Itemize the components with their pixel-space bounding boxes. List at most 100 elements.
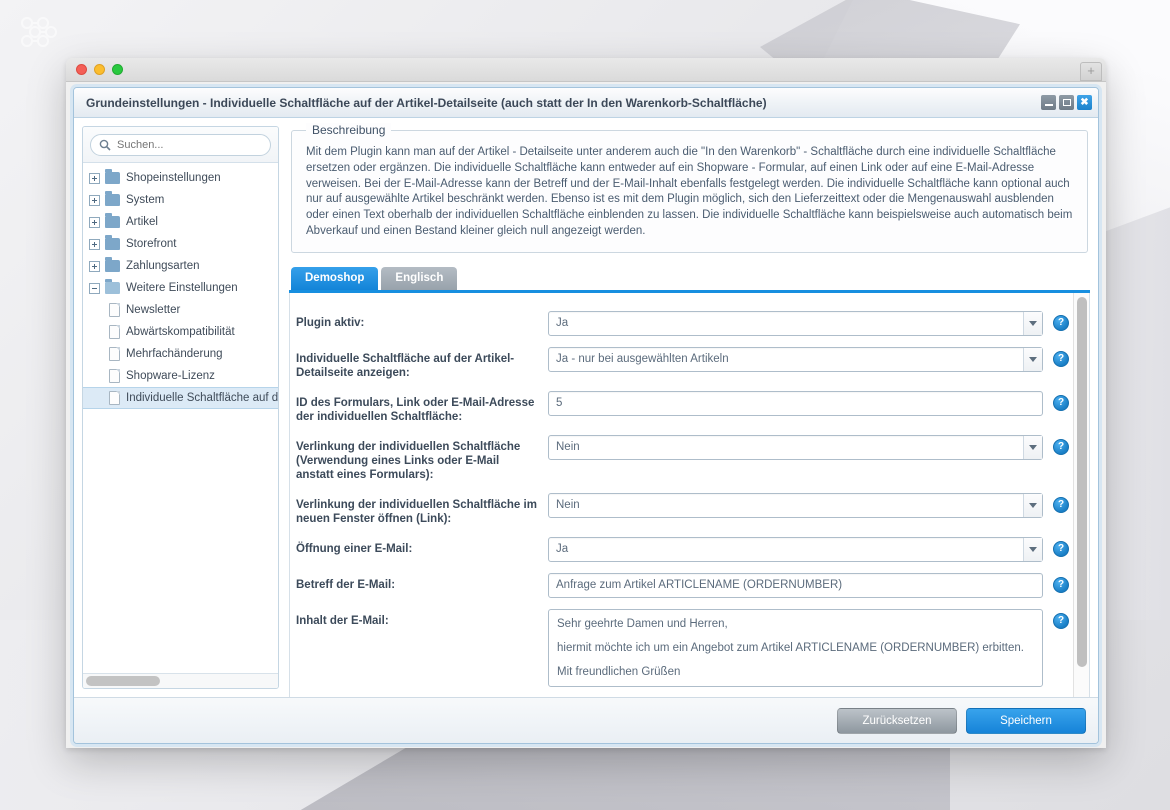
expand-icon[interactable] [89,172,100,184]
dropdown-field[interactable]: Nein [548,492,1043,518]
field-value: Ja - nur bei ausgewählten Artikeln [556,353,729,366]
field-value: Anfrage zum Artikel ARTICLENAME (ORDERNU… [556,579,843,592]
field-control: Ja - nur bei ausgewählten Artikeln? [548,346,1069,372]
tab-englisch[interactable]: Englisch [381,266,458,290]
search-input[interactable] [117,139,257,151]
help-icon[interactable]: ? [1053,438,1069,455]
tree-item-shopeinstellungen[interactable]: Shopeinstellungen [83,167,278,189]
shop-tabs-area: Demoshop Englisch Plugin aktiv: Ja? Individ… [289,266,1090,697]
help-icon[interactable]: ? [1053,612,1069,629]
field-label: Verlinkung der individuellen Schaltfläch… [296,440,521,481]
document-icon [109,391,120,405]
sidebar-horizontal-scrollbar[interactable] [83,673,278,688]
tree-item-mehrfach-nderung[interactable]: Mehrfachänderung [83,343,278,365]
help-icon[interactable]: ? [1053,496,1069,513]
tree-item-system[interactable]: System [83,189,278,211]
form-row: ID des Formulars, Link oder E-Mail-Adres… [296,390,1069,424]
search-box[interactable] [90,134,271,156]
chevron-down-icon[interactable] [1023,537,1042,561]
expand-icon[interactable] [89,216,100,228]
new-tab-button[interactable]: + [1080,62,1102,81]
help-icon[interactable]: ? [1053,540,1069,557]
text-field[interactable]: 5 [548,390,1043,416]
settings-tree-panel: Shopeinstellungen System Artikel Storefront… [82,126,279,689]
minimize-button[interactable] [1041,95,1056,110]
window-header: Grundeinstellungen - Individuelle Schalt… [74,88,1098,118]
chevron-down-icon[interactable] [1023,347,1042,371]
chevron-down-icon[interactable] [1023,311,1042,335]
field-label: Plugin aktiv: [296,316,365,329]
field-control: Anfrage zum Artikel ARTICLENAME (ORDERNU… [548,572,1069,598]
help-icon[interactable]: ? [1053,394,1069,411]
dropdown-field[interactable]: Nein [548,434,1043,460]
tree-item-individuelle-schaltfl-che-auf-de[interactable]: Individuelle Schaltfläche auf de [83,387,278,409]
tree-item-shopware-lizenz[interactable]: Shopware-Lizenz [83,365,278,387]
folder-icon [105,213,120,228]
field-label: ID des Formulars, Link oder E-Mail-Adres… [296,396,535,423]
email-content-textarea[interactable]: Sehr geehrte Damen und Herren, hiermit mö… [548,608,1043,687]
traffic-light-zoom[interactable] [112,64,123,75]
dropdown-field[interactable]: Ja - nur bei ausgewählten Artikeln [548,346,1043,372]
tree-item-artikel[interactable]: Artikel [83,211,278,233]
reset-button[interactable]: Zurücksetzen [837,707,957,734]
search-icon [99,139,111,151]
tree-item-weitere-einstellungen[interactable]: Weitere Einstellungen [83,277,278,299]
chevron-down-icon[interactable] [1023,493,1042,517]
tree-item-label: Storefront [126,238,177,250]
tree-item-label: Shopware-Lizenz [126,370,215,382]
tree-item-label: Individuelle Schaltfläche auf de [126,392,278,404]
field-control: Ja? [548,536,1069,562]
field-value: 5 [556,397,563,410]
tree-item-label: System [126,194,165,206]
tree-item-storefront[interactable]: Storefront [83,233,278,255]
browser-window: + Grundeinstellungen - Individuelle Scha… [66,58,1106,748]
text-field[interactable]: Anfrage zum Artikel ARTICLENAME (ORDERNU… [548,572,1043,598]
maximize-button[interactable] [1059,95,1074,110]
tree-item-zahlungsarten[interactable]: Zahlungsarten [83,255,278,277]
folder-icon [105,169,120,184]
form-row: Verlinkung der individuellen Schaltfläch… [296,492,1069,526]
field-control: Nein? [548,492,1069,518]
traffic-light-minimize[interactable] [94,64,105,75]
close-button[interactable]: ✖ [1077,95,1092,110]
mac-titlebar: + [66,58,1106,82]
folder-icon [105,235,120,250]
dropdown-field[interactable]: Ja [548,536,1043,562]
folder-icon [105,279,120,294]
expand-icon[interactable] [89,260,100,272]
scrollbar-thumb[interactable] [1077,296,1087,667]
tree-item-newsletter[interactable]: Newsletter [83,299,278,321]
tree-item-label: Abwärtskompatibilität [126,326,235,338]
folder-icon [105,191,120,206]
tab-demoshop[interactable]: Demoshop [291,266,379,290]
document-icon [109,325,120,339]
chevron-down-icon[interactable] [1023,435,1042,459]
form-vertical-scrollbar[interactable] [1073,292,1089,697]
window-footer: Zurücksetzen Speichern [74,697,1098,743]
tree-item-label: Artikel [126,216,158,228]
save-button[interactable]: Speichern [966,707,1086,734]
field-label: Verlinkung der individuellen Schaltfläch… [296,498,537,525]
help-icon[interactable]: ? [1053,314,1069,331]
tree-item-label: Mehrfachänderung [126,348,223,360]
expand-icon[interactable] [89,238,100,250]
tree-item-label: Weitere Einstellungen [126,282,238,294]
field-value: Ja [556,543,569,556]
form-row: Verlinkung der individuellen Schaltfläch… [296,434,1069,482]
tree-item-label: Zahlungsarten [126,260,200,272]
tree-item-abw-rtskompatibilit-t[interactable]: Abwärtskompatibilität [83,321,278,343]
field-value: Nein [556,441,580,454]
collapse-icon[interactable] [89,282,100,294]
document-icon [109,347,120,361]
help-icon[interactable]: ? [1053,576,1069,593]
settings-tree: Shopeinstellungen System Artikel Storefront… [83,163,278,673]
window-body: Shopeinstellungen System Artikel Storefront… [74,118,1098,697]
settings-window: Grundeinstellungen - Individuelle Schalt… [73,87,1099,744]
shop-tabbar: Demoshop Englisch [289,266,1090,293]
traffic-light-close[interactable] [76,64,87,75]
help-icon[interactable]: ? [1053,350,1069,367]
expand-icon[interactable] [89,194,100,206]
field-label: Öffnung einer E-Mail: [296,542,413,555]
dropdown-field[interactable]: Ja [548,310,1043,336]
scrollbar-thumb[interactable] [86,676,160,686]
